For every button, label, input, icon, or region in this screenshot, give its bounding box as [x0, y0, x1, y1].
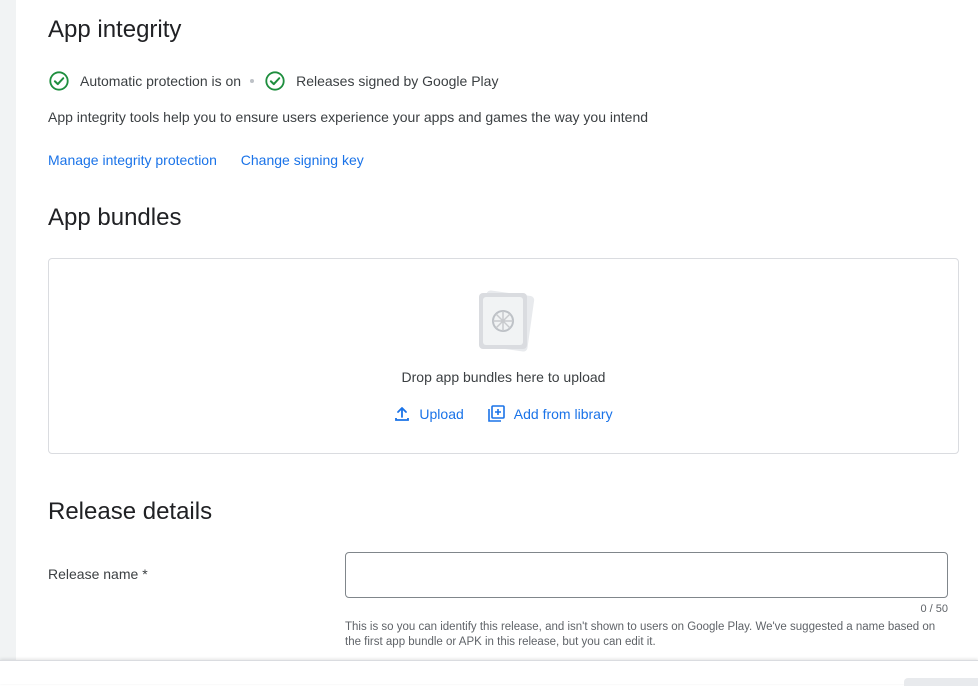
separator-dot	[250, 79, 255, 83]
release-details-heading: Release details	[48, 498, 213, 525]
add-from-library-button[interactable]: Add from library	[487, 405, 613, 422]
app-bundle-illustration-icon	[479, 290, 535, 352]
integrity-links: Manage integrity protection Change signi…	[48, 152, 384, 168]
change-signing-key-link[interactable]: Change signing key	[241, 152, 364, 168]
automatic-protection-status: Automatic protection is on	[48, 70, 241, 92]
app-bundle-dropzone[interactable]: Drop app bundles here to upload Upload A…	[48, 258, 959, 454]
bottom-action-bar	[0, 660, 978, 686]
character-counter: 0 / 50	[920, 603, 948, 615]
upload-label: Upload	[419, 405, 464, 422]
app-bundles-heading: App bundles	[48, 204, 182, 231]
release-name-label-text: Release name	[48, 566, 139, 582]
required-marker: *	[142, 566, 148, 582]
check-circle-icon	[265, 71, 285, 91]
release-name-input[interactable]	[345, 552, 948, 598]
bottom-bar-button[interactable]	[904, 678, 978, 686]
release-name-helper-text: This is so you can identify this release…	[345, 621, 936, 648]
automatic-protection-label: Automatic protection is on	[80, 73, 242, 89]
manage-integrity-protection-link[interactable]: Manage integrity protection	[48, 152, 217, 168]
upload-icon	[395, 406, 410, 421]
upload-button[interactable]: Upload	[394, 405, 464, 422]
drop-instructions: Drop app bundles here to upload	[401, 369, 606, 385]
app-integrity-heading: App integrity	[48, 16, 182, 43]
play-signing-status: Releases signed by Google Play	[264, 70, 498, 92]
integrity-status-row: Automatic protection is on Releases sign…	[48, 70, 498, 92]
dropzone-actions: Upload Add from library	[49, 405, 958, 422]
check-circle-icon	[49, 71, 69, 91]
library-add-icon	[487, 405, 505, 422]
left-rail	[0, 0, 16, 683]
integrity-description: App integrity tools help you to ensure u…	[48, 109, 649, 125]
release-name-label: Release name *	[48, 566, 148, 582]
play-signing-label: Releases signed by Google Play	[296, 73, 499, 89]
add-from-library-label: Add from library	[513, 405, 613, 422]
